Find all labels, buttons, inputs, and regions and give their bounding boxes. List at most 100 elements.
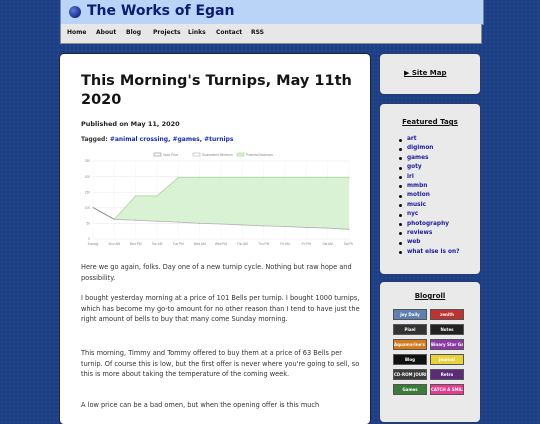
blogroll-badge[interactable]: Joy Daily (393, 309, 427, 320)
tag-link-turnips[interactable]: #turnips (204, 136, 233, 143)
nav-about[interactable]: About (96, 29, 116, 36)
data-point (263, 176, 265, 179)
featured-tag-link[interactable]: motion (398, 191, 459, 200)
blogroll-heading: Blogroll (414, 292, 446, 300)
y-tick-label: 200 (85, 175, 91, 179)
x-tick-label: Wed PM (215, 242, 228, 246)
featured-tag-link[interactable]: music (398, 201, 459, 210)
blogroll-badge[interactable]: CATCH A SMILE (430, 384, 464, 395)
sitemap-link[interactable]: ▶ Site Map (404, 69, 447, 77)
legend-swatch (192, 152, 201, 157)
data-point (135, 219, 137, 221)
nav-links[interactable]: Links (188, 29, 206, 36)
y-tick-label: 100 (85, 206, 91, 210)
turnip-price-chart: Input Price Guaranteed Minimum Potential M… (85, 152, 353, 246)
main-nav: Home About Blog Projects Links Contact R… (60, 24, 482, 44)
legend-label: Guaranteed Minimum (202, 153, 233, 157)
x-tick-label: Mon AM (108, 242, 120, 246)
blogroll-badge[interactable]: Binary Star Games (430, 339, 464, 350)
blogroll-badge[interactable]: Blog (393, 354, 427, 365)
data-point (92, 206, 94, 209)
featured-tag-link[interactable]: art (398, 135, 459, 144)
x-tick-label: Fri PM (302, 242, 312, 246)
nav-blog[interactable]: Blog (126, 29, 141, 36)
blogroll-badge[interactable]: Aquamarine's Blog (393, 339, 427, 350)
data-point (327, 227, 329, 229)
featured-tag-link[interactable]: nyc (398, 210, 459, 219)
featured-tag-link[interactable]: reviews (398, 229, 459, 238)
featured-tags-heading: Featured Tags (402, 118, 458, 126)
data-point (135, 195, 137, 197)
featured-tag-link[interactable]: web (398, 238, 459, 247)
data-point (177, 176, 179, 179)
featured-tags-list: art digimon games goty irl mmbn motion music nyc… (398, 135, 459, 257)
data-point (305, 176, 307, 179)
x-tick-label: Tue PM (173, 242, 184, 246)
post-tags: Tagged: #animal crossing, #games, #turni… (81, 136, 234, 143)
featured-tag-link[interactable]: goty (398, 163, 459, 172)
nav-home[interactable]: Home (67, 29, 86, 36)
data-point (284, 225, 286, 228)
featured-tag-link[interactable]: irl (398, 173, 459, 182)
x-tick-label: Sat AM (323, 242, 334, 246)
potential-range-area (93, 177, 349, 230)
post-paragraph: A low price can be a bad omen, but when … (81, 401, 320, 409)
data-point (220, 223, 222, 225)
post-published-date: Published on May 11, 2020 (81, 120, 180, 128)
sitemap-card: ▶ Site Map (380, 54, 480, 94)
data-point (199, 222, 201, 224)
blogroll-card: Blogroll Joy Daily zenith Pixel Notes Aquama… (380, 282, 480, 422)
blogroll-badge[interactable]: zenith (430, 309, 464, 320)
data-point (113, 218, 115, 220)
data-point (177, 221, 179, 223)
data-point (348, 228, 350, 230)
x-tick-label: Fri AM (280, 242, 290, 246)
data-point (348, 176, 350, 179)
y-tick-label: 50 (86, 222, 90, 226)
tag-link-games[interactable]: #games (172, 136, 199, 143)
nav-rss[interactable]: RSS (251, 29, 264, 36)
site-header: The Works of Egan (60, 0, 484, 25)
blogroll-badge[interactable]: CD-ROM JOURNAL (393, 369, 427, 380)
nav-contact[interactable]: Contact (216, 29, 242, 36)
blogroll-badge[interactable]: Notes (430, 324, 464, 335)
featured-tag-link[interactable]: what else is on? (398, 248, 459, 257)
data-point (263, 225, 265, 227)
data-point (199, 176, 201, 179)
x-tick-label: Wed AM (194, 242, 206, 246)
featured-tags-card: Featured Tags art digimon games goty irl mmbn… (380, 104, 480, 274)
blogroll-badge[interactable]: Retro (430, 369, 464, 380)
data-point (305, 226, 307, 229)
featured-tag-link[interactable]: digimon (398, 144, 459, 153)
y-tick-label: 0 (88, 237, 90, 241)
site-title[interactable]: The Works of Egan (87, 3, 234, 19)
x-tick-label: Tue AM (152, 242, 163, 246)
data-point (156, 220, 158, 222)
nav-projects[interactable]: Projects (153, 29, 181, 36)
x-tick-label: Sunday (88, 242, 99, 246)
legend-label: Input Price (163, 153, 178, 157)
blogroll-badge[interactable]: Games (393, 384, 427, 395)
x-tick-label: Mon PM (130, 242, 142, 246)
data-point (327, 176, 329, 179)
post-title: This Morning's Turnips, May 11th 2020 (81, 73, 352, 108)
post-card: This Morning's Turnips, May 11th 2020 Pu… (60, 54, 370, 424)
legend-swatch (236, 152, 245, 157)
post-paragraph: Here we go again, folks. Day one of a ne… (81, 263, 352, 282)
featured-tag-link[interactable]: mmbn (398, 182, 459, 191)
data-point (284, 176, 286, 179)
legend-swatch (153, 152, 162, 157)
site-logo-icon[interactable] (69, 6, 81, 18)
x-tick-label: Thu AM (237, 242, 248, 246)
post-paragraph: This morning, Timmy and Tommy offered to… (81, 349, 360, 378)
x-tick-label: Thu PM (258, 242, 270, 246)
blogroll-badge[interactable]: Pixel (393, 324, 427, 335)
tag-link-animal-crossing[interactable]: #animal crossing (110, 136, 168, 143)
featured-tag-link[interactable]: photography (398, 220, 459, 229)
y-tick-label: 150 (85, 190, 91, 194)
featured-tag-link[interactable]: games (398, 154, 459, 163)
x-tick-label: Sat PM (344, 242, 353, 246)
data-point (156, 195, 158, 197)
blogroll-badge[interactable]: Journal (430, 354, 464, 365)
data-point (220, 176, 222, 179)
